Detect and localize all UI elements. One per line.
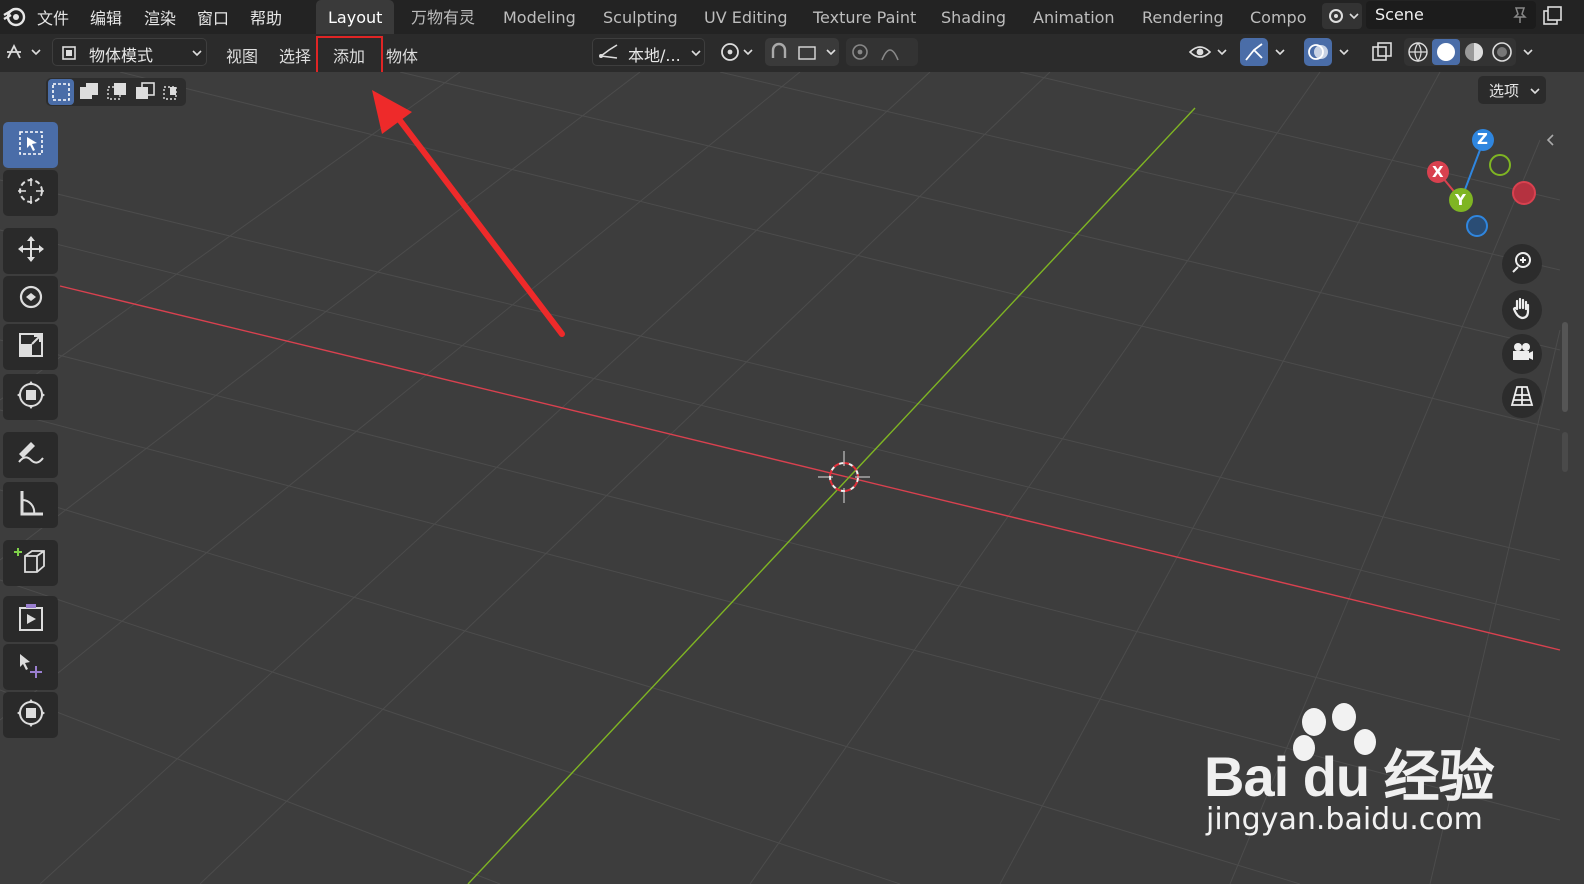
menu-file[interactable]: 文件 — [37, 5, 69, 29]
tab-compositing[interactable]: Compo — [1238, 0, 1319, 34]
transform-orientation-dropdown[interactable]: 本地/... — [592, 38, 705, 66]
3d-cursor — [818, 451, 870, 503]
pan-button[interactable] — [1502, 290, 1542, 330]
scale-icon — [16, 330, 46, 364]
chevron-down-icon[interactable] — [1270, 38, 1292, 66]
measure-icon — [16, 488, 46, 522]
scrollbar[interactable] — [1562, 432, 1568, 472]
camera-view-button[interactable] — [1502, 334, 1542, 374]
select-extend-icon[interactable] — [76, 79, 102, 109]
chevron-down-icon[interactable] — [1334, 38, 1356, 66]
tool-scale[interactable] — [3, 324, 58, 370]
chevron-down-icon — [190, 45, 204, 64]
xray-icon[interactable] — [1368, 38, 1396, 66]
tool-rotate[interactable] — [3, 276, 58, 322]
gizmo-z-label: Z — [1477, 130, 1488, 148]
menu-help[interactable]: 帮助 — [250, 5, 282, 29]
tab-custom[interactable]: 万物有灵 — [399, 0, 487, 34]
tab-shading[interactable]: Shading — [929, 0, 1018, 34]
zoom-icon — [1509, 249, 1535, 279]
tab-rendering[interactable]: Rendering — [1130, 0, 1236, 34]
add-cube-icon — [13, 544, 48, 582]
pin-icon[interactable] — [1510, 5, 1530, 29]
proportional-editing-icon[interactable] — [846, 38, 918, 66]
hand-icon — [1509, 295, 1535, 325]
tool-extrude[interactable] — [3, 596, 58, 642]
rotate-icon — [16, 282, 46, 316]
select-mode-group — [46, 78, 186, 106]
tab-layout[interactable]: Layout — [316, 0, 395, 34]
overlays-icon[interactable] — [1304, 38, 1332, 66]
tool-cursor[interactable] — [3, 170, 58, 216]
tool-transform[interactable] — [3, 374, 58, 420]
blender-logo-icon[interactable] — [2, 3, 28, 33]
tool-move[interactable] — [3, 228, 58, 274]
shear-icon — [16, 650, 46, 684]
tool-transform-object[interactable] — [3, 692, 58, 738]
options-dropdown[interactable]: 选项 — [1478, 76, 1546, 104]
snap-icon[interactable] — [765, 38, 839, 66]
editor-type-icon[interactable] — [4, 40, 44, 68]
top-bar: 文件 编辑 渲染 窗口 帮助 Layout 万物有灵 Modeling Scul… — [0, 0, 1584, 34]
scene-selector-icon[interactable] — [1322, 3, 1362, 29]
viewport-header: 物体模式 视图 选择 添加 物体 本地/... — [0, 34, 1584, 78]
tool-select-box[interactable] — [3, 122, 58, 168]
tool-measure[interactable] — [3, 482, 58, 528]
menu-select[interactable]: 选择 — [279, 43, 311, 67]
zoom-button[interactable] — [1502, 244, 1542, 284]
mode-dropdown[interactable]: 物体模式 — [52, 38, 207, 66]
tool-shear[interactable] — [3, 644, 58, 690]
menu-render[interactable]: 渲染 — [144, 5, 176, 29]
gizmo-toggle-icon[interactable] — [1240, 38, 1268, 66]
menu-view[interactable]: 视图 — [226, 43, 258, 67]
scrollbar[interactable] — [1562, 322, 1568, 412]
tab-modeling[interactable]: Modeling — [491, 0, 588, 34]
menu-edit[interactable]: 编辑 — [90, 5, 122, 29]
gizmo-x-label: X — [1432, 163, 1444, 181]
new-scene-icon[interactable] — [1540, 4, 1564, 32]
menu-object[interactable]: 物体 — [386, 43, 418, 67]
object-mode-icon — [59, 43, 79, 67]
shading-modes — [1404, 38, 1516, 66]
annotate-icon — [15, 438, 47, 472]
tab-animation[interactable]: Animation — [1021, 0, 1127, 34]
tool-annotate[interactable] — [3, 432, 58, 478]
transform-icon — [16, 380, 46, 414]
options-label: 选项 — [1489, 82, 1520, 100]
scene-name-field[interactable]: Scene — [1366, 1, 1536, 29]
select-new-icon[interactable] — [48, 79, 74, 105]
chevron-down-icon[interactable] — [1518, 38, 1540, 66]
pivot-point-icon[interactable] — [716, 38, 756, 66]
select-difference-icon[interactable] — [132, 79, 158, 109]
extrude-icon — [16, 602, 46, 636]
move-icon — [16, 234, 46, 268]
mode-label: 物体模式 — [89, 46, 154, 65]
chevron-down-icon — [689, 45, 703, 64]
watermark-text-logo: Bai du 经验 — [1204, 745, 1495, 808]
menu-window[interactable]: 窗口 — [197, 5, 229, 29]
orientation-label: 本地/... — [628, 46, 681, 65]
3d-viewport[interactable]: 选项 Z X Y Bai du 经验 jingyan.baidu.com — [0, 72, 1584, 884]
tab-uv-editing[interactable]: UV Editing — [692, 0, 799, 34]
tool-add-cube[interactable] — [3, 540, 58, 586]
annotation-arrow — [372, 90, 565, 337]
grid-perspective-icon — [1509, 383, 1535, 413]
chevron-down-icon — [1528, 83, 1542, 102]
camera-icon — [1509, 339, 1535, 369]
transform-object-icon — [16, 698, 46, 732]
orientation-icon — [597, 42, 621, 68]
select-box-icon — [17, 129, 45, 161]
perspective-toggle-button[interactable] — [1502, 378, 1542, 418]
select-intersect-icon[interactable] — [160, 79, 186, 109]
scene-name: Scene — [1375, 5, 1424, 24]
x-axis-line — [59, 285, 1561, 651]
watermark-url: jingyan.baidu.com — [1206, 802, 1483, 837]
tab-sculpting[interactable]: Sculpting — [591, 0, 690, 34]
cursor-icon — [16, 176, 46, 210]
gizmo-y-label: Y — [1455, 191, 1466, 209]
tab-texture-paint[interactable]: Texture Paint — [801, 0, 928, 34]
select-subtract-icon[interactable] — [104, 79, 130, 109]
visibility-icon[interactable] — [1186, 38, 1232, 66]
sidebar-toggle-icon[interactable] — [1544, 132, 1558, 152]
